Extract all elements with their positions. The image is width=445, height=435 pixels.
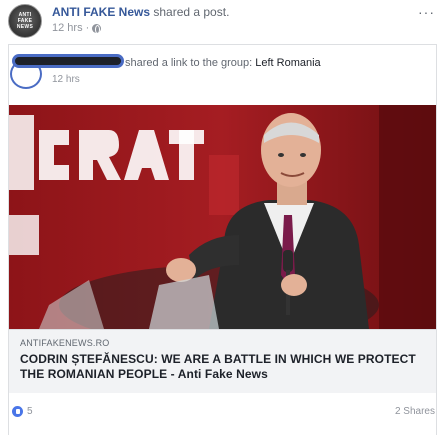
post-meta: 12 hrs · bbox=[52, 22, 102, 34]
shared-action-text: shared a link to the group: bbox=[125, 57, 256, 69]
post-action-text: shared a post. bbox=[150, 5, 230, 19]
meta-separator: · bbox=[85, 22, 90, 34]
avatar-label: ANTI FAKE NEWS bbox=[16, 12, 34, 30]
link-preview-info[interactable]: ANTIFAKENEWS.RO CODRIN ȘTEFĂNESCU: WE AR… bbox=[9, 329, 436, 393]
redacted-name bbox=[12, 54, 124, 68]
shared-timestamp[interactable]: 12 hrs bbox=[52, 74, 80, 85]
post-author-line: ANTI FAKE News shared a post. bbox=[52, 5, 229, 19]
globe-icon bbox=[92, 23, 102, 34]
reaction-count[interactable]: 5 bbox=[27, 406, 33, 417]
post-footer: 5 2 Shares bbox=[8, 404, 437, 424]
like-icon[interactable] bbox=[11, 405, 24, 418]
more-options-icon[interactable]: ··· bbox=[418, 4, 435, 20]
link-title[interactable]: CODRIN ȘTEFĂNESCU: WE ARE A BATTLE IN WH… bbox=[20, 352, 425, 382]
page-name-link[interactable]: ANTI FAKE News bbox=[52, 5, 150, 19]
shares-count[interactable]: 2 Shares bbox=[395, 406, 435, 417]
link-domain: ANTIFAKENEWS.RO bbox=[20, 338, 110, 348]
group-name-link[interactable]: Left Romania bbox=[255, 57, 320, 69]
link-preview-image[interactable] bbox=[9, 105, 436, 329]
shared-post-header: shared a link to the group: Left Romania… bbox=[8, 53, 428, 89]
speaker-photo bbox=[9, 105, 436, 329]
page-avatar[interactable]: ANTI FAKE NEWS bbox=[8, 4, 42, 38]
shared-action-line: shared a link to the group: Left Romania bbox=[125, 57, 321, 69]
post-header: ANTI FAKE NEWS ANTI FAKE News shared a p… bbox=[8, 4, 437, 38]
post-timestamp[interactable]: 12 hrs bbox=[52, 22, 83, 34]
